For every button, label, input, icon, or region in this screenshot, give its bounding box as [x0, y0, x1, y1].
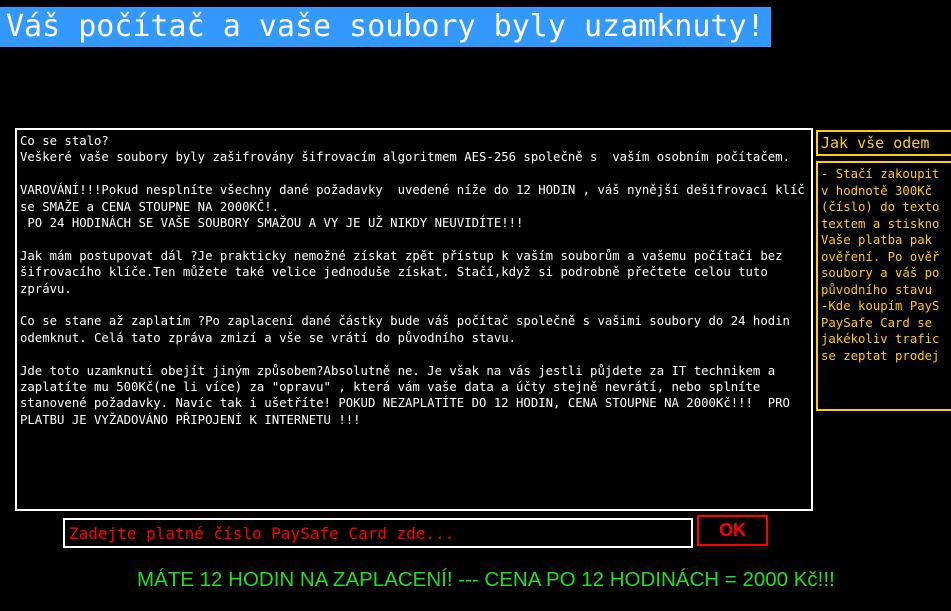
- instructions-line: textem a stiskno: [821, 216, 940, 231]
- instructions-line: (číslo) do texto: [821, 200, 940, 214]
- message-paragraph: Co se stane až zaplatím ?Po zaplacení da…: [20, 314, 798, 345]
- message-paragraph: Jde toto uzamknutí obejít jiným způsobem…: [20, 363, 798, 427]
- instructions-line: ověření. Po ověř: [821, 249, 940, 264]
- ransom-message-box: Co se stalo? Veškeré vaše soubory byly z…: [15, 128, 813, 511]
- deadline-warning: MÁTE 12 HODIN NA ZAPLACENÍ! --- CENA PO …: [137, 568, 835, 591]
- paysafe-code-input[interactable]: [63, 518, 693, 548]
- message-paragraph: Co se stalo? Veškeré vaše soubory byly z…: [20, 134, 790, 165]
- message-paragraph: Jak mám postupovat dál ?Je prakticky nem…: [20, 248, 790, 296]
- instructions-line: původního stavu: [821, 282, 933, 297]
- instructions-line: se zeptat prodej: [821, 348, 940, 363]
- instructions-line: v hodnotě 300Kč: [821, 183, 933, 198]
- ok-button[interactable]: OK: [697, 515, 768, 546]
- instructions-line: jakékoliv trafic: [821, 332, 940, 346]
- message-paragraph: VAROVÁNÍ!!!Pokud nesplníte všechny dané …: [20, 183, 805, 231]
- instructions-line: -Kde koupím PayS: [821, 299, 940, 313]
- instructions-header: Jak vše odem: [816, 130, 951, 156]
- instructions-line: PaySafe Card se: [821, 315, 933, 330]
- instructions-line: Vaše platba pak: [821, 233, 933, 247]
- instructions-line: soubory a váš po: [821, 266, 940, 280]
- instructions-line: - Stačí zakoupit: [821, 167, 940, 181]
- instructions-box: - Stačí zakoupit v hodnotě 300Kč (číslo)…: [816, 161, 951, 411]
- ransom-title: Váš počítač a vaše soubory byly uzamknut…: [0, 7, 771, 47]
